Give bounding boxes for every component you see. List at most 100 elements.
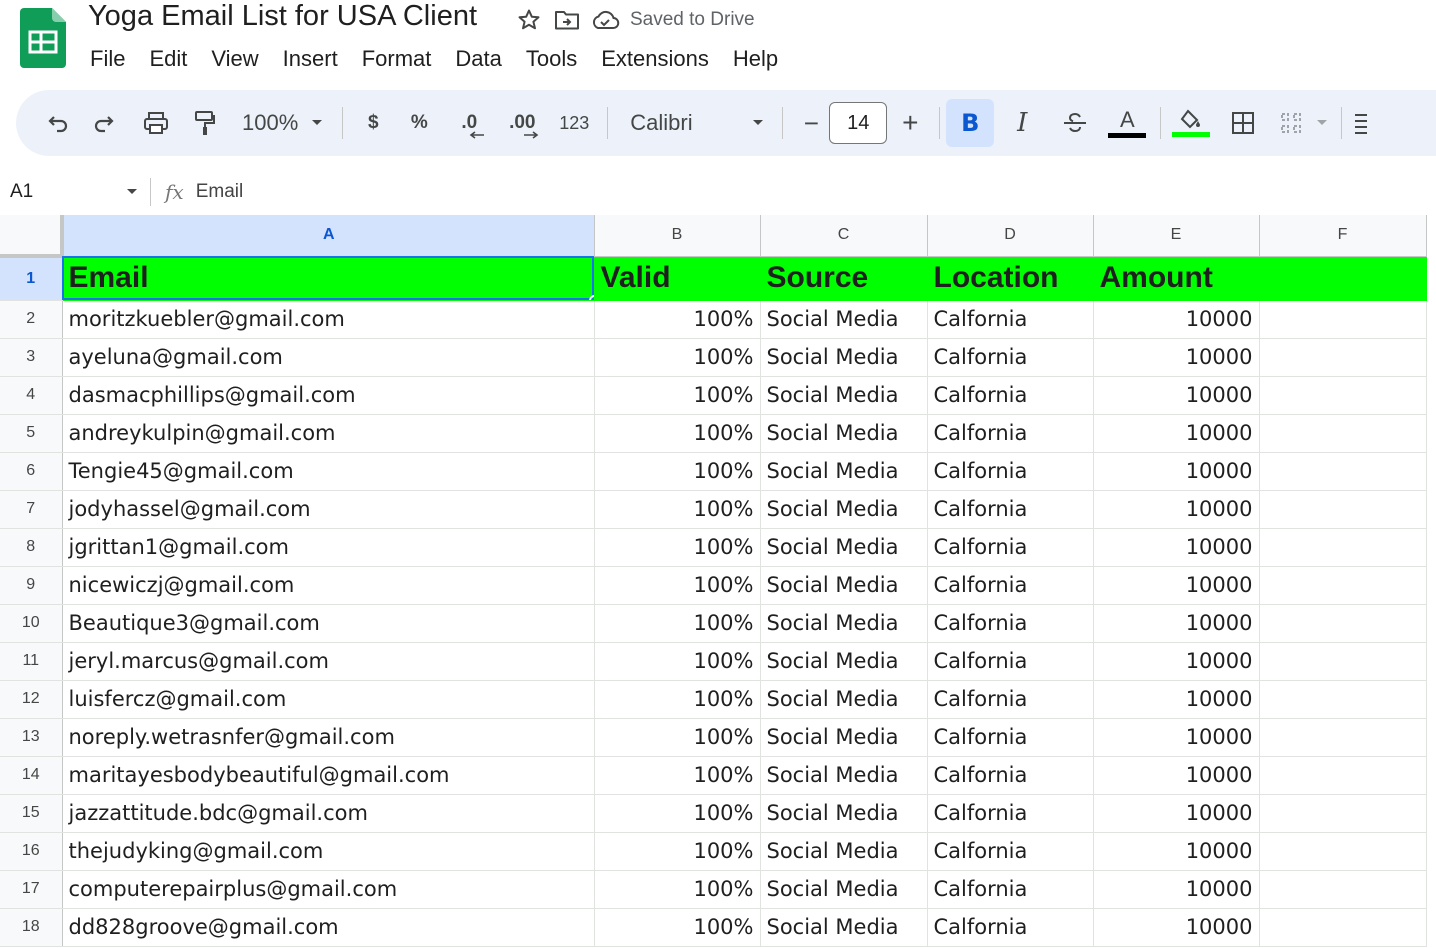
row-header[interactable]: 6 [0,452,63,491]
cell-empty-f[interactable] [1259,414,1427,453]
select-all-corner[interactable] [0,215,64,258]
borders-icon[interactable] [1215,101,1271,145]
cell-valid-header[interactable]: Valid [594,256,761,301]
strikethrough-icon[interactable] [1050,101,1100,145]
paint-format-icon[interactable] [182,101,228,145]
cell-amount[interactable]: 10000 [1093,338,1260,377]
cell-empty-f[interactable] [1259,300,1427,339]
cell-f-header[interactable] [1259,256,1427,301]
cell-amount-header[interactable]: Amount [1093,256,1260,301]
cell-source[interactable]: Social Media [760,908,928,947]
cell-email[interactable]: jazzattitude.bdc@gmail.com [62,794,595,833]
formula-input[interactable]: Email [196,181,244,203]
cell-email[interactable]: ayeluna@gmail.com [62,338,595,377]
column-header-b[interactable]: B [594,215,761,257]
cell-valid[interactable]: 100% [594,300,761,339]
cell-email[interactable]: moritzkuebler@gmail.com [62,300,595,339]
cell-valid[interactable]: 100% [594,908,761,947]
column-header-f[interactable]: F [1259,215,1427,257]
cell-amount[interactable]: 10000 [1093,642,1260,681]
cell-email[interactable]: computerepairplus@gmail.com [62,870,595,909]
cell-email[interactable]: thejudyking@gmail.com [62,832,595,871]
cell-location[interactable]: Calfornia [927,528,1094,567]
column-header-d[interactable]: D [927,215,1094,257]
cell-source[interactable]: Social Media [760,604,928,643]
cell-source[interactable]: Social Media [760,870,928,909]
cell-amount[interactable]: 10000 [1093,490,1260,529]
cell-source[interactable]: Social Media [760,452,928,491]
cell-amount[interactable]: 10000 [1093,718,1260,757]
cell-location[interactable]: Calfornia [927,908,1094,947]
cell-empty-f[interactable] [1259,490,1427,529]
cell-amount[interactable]: 10000 [1093,908,1260,947]
cell-amount[interactable]: 10000 [1093,756,1260,795]
row-header[interactable]: 9 [0,566,63,605]
cell-empty-f[interactable] [1259,528,1427,567]
cell-empty-f[interactable] [1259,566,1427,605]
cell-email[interactable]: maritayesbodybeautiful@gmail.com [62,756,595,795]
cell-source[interactable]: Social Media [760,642,928,681]
cell-location-header[interactable]: Location [927,256,1094,301]
cell-empty-f[interactable] [1259,756,1427,795]
cell-source[interactable]: Social Media [760,566,928,605]
row-header[interactable]: 14 [0,756,63,795]
print-icon[interactable] [130,101,182,145]
cell-email[interactable]: nicewiczj@gmail.com [62,566,595,605]
cell-email[interactable]: dd828groove@gmail.com [62,908,595,947]
row-header[interactable]: 4 [0,376,63,415]
cell-location[interactable]: Calfornia [927,832,1094,871]
decrease-decimal-button[interactable]: .0 [445,101,493,145]
menu-format[interactable]: Format [350,46,444,72]
cell-location[interactable]: Calfornia [927,376,1094,415]
zoom-dropdown-icon[interactable] [302,101,332,145]
cell-location[interactable]: Calfornia [927,300,1094,339]
cell-amount[interactable]: 10000 [1093,832,1260,871]
row-header[interactable]: 17 [0,870,63,909]
name-box[interactable]: A1 [0,181,150,203]
cell-empty-f[interactable] [1259,604,1427,643]
redo-icon[interactable] [78,101,130,145]
cell-empty-f[interactable] [1259,718,1427,757]
cell-email[interactable]: andreykulpin@gmail.com [62,414,595,453]
row-header[interactable]: 15 [0,794,63,833]
cell-valid[interactable]: 100% [594,642,761,681]
cell-email[interactable]: dasmacphillips@gmail.com [62,376,595,415]
cell-empty-f[interactable] [1259,870,1427,909]
row-header[interactable]: 8 [0,528,63,567]
row-header[interactable]: 1 [0,256,63,301]
row-header[interactable]: 7 [0,490,63,529]
cell-valid[interactable]: 100% [594,566,761,605]
cell-email[interactable]: noreply.wetrasnfer@gmail.com [62,718,595,757]
cell-empty-f[interactable] [1259,680,1427,719]
menu-insert[interactable]: Insert [271,46,350,72]
cell-valid[interactable]: 100% [594,338,761,377]
cell-amount[interactable]: 10000 [1093,528,1260,567]
increase-decimal-button[interactable]: .00 [493,101,551,145]
cell-valid[interactable]: 100% [594,832,761,871]
move-folder-icon[interactable] [550,4,584,36]
cell-source[interactable]: Social Media [760,794,928,833]
cell-empty-f[interactable] [1259,338,1427,377]
cell-source-header[interactable]: Source [760,256,928,301]
cell-amount[interactable]: 10000 [1093,794,1260,833]
cell-email[interactable]: jodyhassel@gmail.com [62,490,595,529]
cell-location[interactable]: Calfornia [927,452,1094,491]
number-format-button[interactable]: 123 [551,101,597,145]
cell-location[interactable]: Calfornia [927,756,1094,795]
sheets-logo-icon[interactable] [20,8,66,68]
column-header-c[interactable]: C [760,215,928,257]
cell-empty-f[interactable] [1259,642,1427,681]
cell-source[interactable]: Social Media [760,300,928,339]
cell-valid[interactable]: 100% [594,604,761,643]
cell-valid[interactable]: 100% [594,414,761,453]
cell-email[interactable]: Beautique3@gmail.com [62,604,595,643]
cell-valid[interactable]: 100% [594,756,761,795]
cell-source[interactable]: Social Media [760,414,928,453]
row-header[interactable]: 11 [0,642,63,681]
cell-empty-f[interactable] [1259,376,1427,415]
cell-email[interactable]: jeryl.marcus@gmail.com [62,642,595,681]
merge-dropdown-icon[interactable] [1311,101,1333,145]
column-header-a[interactable]: A [62,215,595,257]
cell-valid[interactable]: 100% [594,452,761,491]
cell-amount[interactable]: 10000 [1093,452,1260,491]
